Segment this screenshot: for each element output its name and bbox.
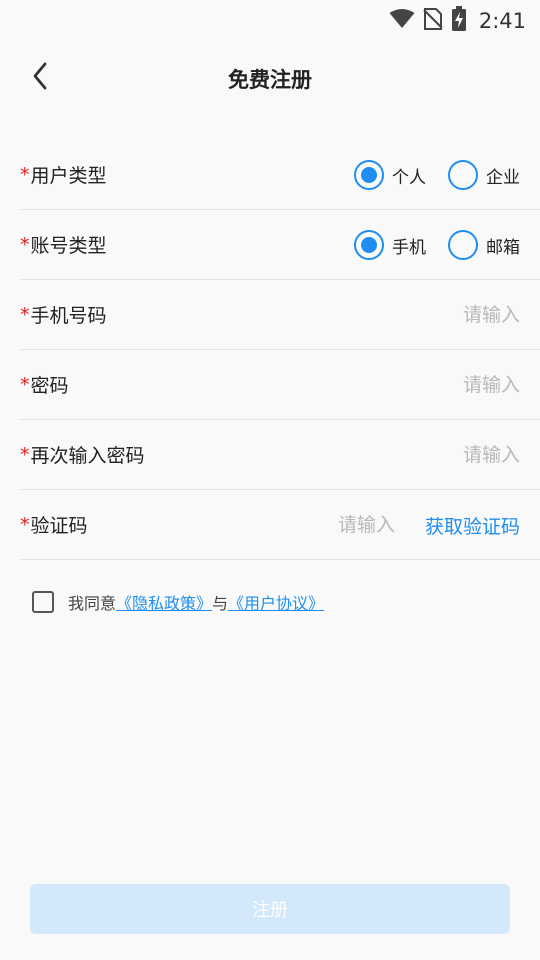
page-title: 免费注册 [228, 68, 312, 92]
radio-circle-unchecked [448, 230, 478, 260]
header: 免费注册 [0, 46, 540, 110]
register-button[interactable]: 注册 [30, 884, 510, 934]
radio-enterprise-label: 企业 [486, 167, 520, 188]
radio-personal[interactable]: 个人 [354, 160, 426, 190]
radio-dot [361, 237, 377, 253]
account-type-row: * 账号类型 手机 邮箱 [20, 210, 540, 280]
password-confirm-input[interactable] [260, 420, 520, 490]
required-mark: * [20, 303, 30, 326]
radio-enterprise[interactable]: 企业 [448, 160, 520, 190]
verification-label-text: 验证码 [30, 515, 88, 537]
required-mark: * [20, 233, 30, 256]
agreement-conjunction: 与 [212, 594, 229, 613]
radio-dot [361, 167, 377, 183]
no-sim-icon [423, 7, 443, 35]
radio-email-label: 邮箱 [486, 237, 520, 258]
account-type-label: * 账号类型 [20, 231, 107, 258]
get-code-button[interactable]: 获取验证码 [425, 490, 520, 560]
user-agreement-link[interactable]: 《用户协议》 [228, 590, 324, 614]
radio-circle-unchecked [448, 160, 478, 190]
status-icons: 2:41 [389, 6, 526, 36]
password-confirm-row: * 再次输入密码 [20, 420, 540, 490]
required-mark: * [20, 513, 30, 536]
user-type-label: * 用户类型 [20, 161, 107, 188]
agreement-prefix: 我同意 [68, 594, 117, 613]
wifi-icon [389, 8, 415, 34]
user-type-row: * 用户类型 个人 企业 [20, 140, 540, 210]
password-input[interactable] [260, 350, 520, 420]
phone-input[interactable] [260, 280, 520, 350]
user-type-radio-group: 个人 企业 [354, 140, 520, 210]
password-confirm-label-text: 再次输入密码 [30, 445, 145, 467]
required-mark: * [20, 373, 30, 396]
password-label-text: 密码 [30, 375, 69, 397]
account-type-label-text: 账号类型 [30, 235, 107, 257]
user-type-label-text: 用户类型 [30, 165, 107, 187]
radio-phone[interactable]: 手机 [354, 230, 426, 260]
required-mark: * [20, 443, 30, 466]
radio-circle-checked [354, 160, 384, 190]
status-bar: 2:41 [0, 0, 540, 36]
account-type-radio-group: 手机 邮箱 [354, 210, 520, 280]
password-row: * 密码 [20, 350, 540, 420]
registration-form: * 用户类型 个人 企业 * 账号类型 手机 邮箱 * 手机号码 请输入 * 密… [20, 140, 540, 560]
phone-label: * 手机号码 [20, 301, 107, 328]
phone-label-text: 手机号码 [30, 305, 107, 327]
radio-personal-label: 个人 [392, 167, 426, 188]
verification-row: * 验证码 获取验证码 [20, 490, 540, 560]
phone-row: * 手机号码 [20, 280, 540, 350]
required-mark: * [20, 163, 30, 186]
verification-label: * 验证码 [20, 511, 88, 538]
agreement-checkbox[interactable] [32, 591, 54, 613]
agreement: 我同意 《隐私政策》 与 《用户协议》 [32, 590, 324, 614]
battery-charging-icon [451, 6, 467, 36]
radio-phone-label: 手机 [392, 237, 426, 258]
radio-email[interactable]: 邮箱 [448, 230, 520, 260]
verification-code-input[interactable] [235, 490, 395, 560]
status-time: 2:41 [478, 9, 526, 33]
privacy-policy-link[interactable]: 《隐私政策》 [116, 590, 212, 614]
password-label: * 密码 [20, 371, 69, 398]
radio-circle-checked [354, 230, 384, 260]
password-confirm-label: * 再次输入密码 [20, 441, 145, 468]
